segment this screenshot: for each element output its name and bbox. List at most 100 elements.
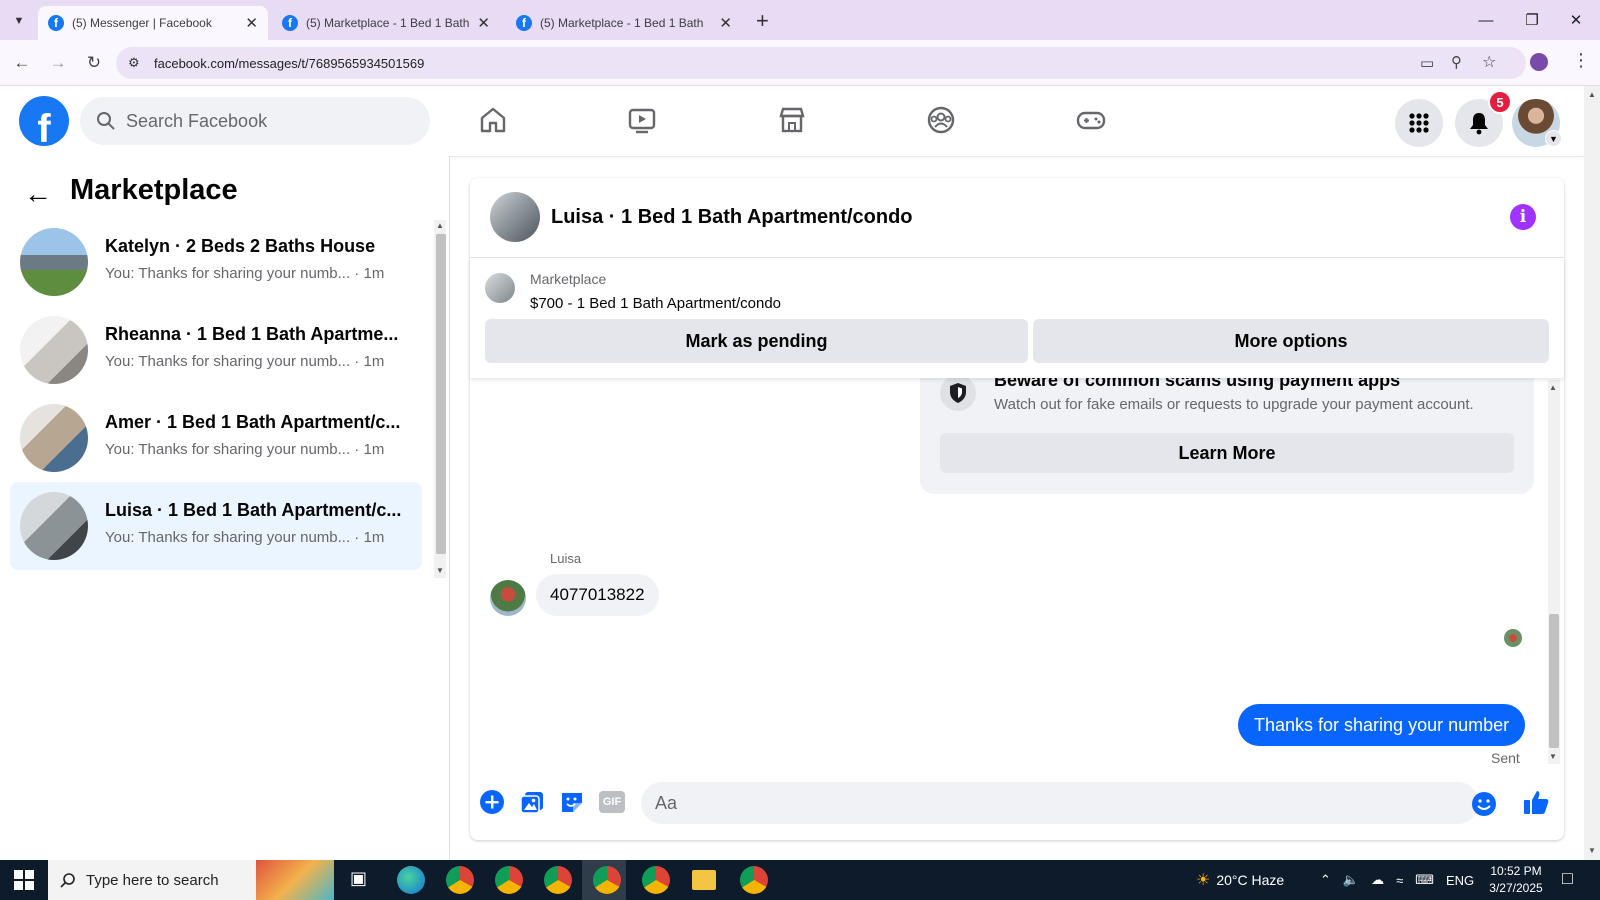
profile-icon[interactable] xyxy=(1530,53,1548,71)
chrome-icon[interactable] xyxy=(446,866,474,894)
account-chevron-icon[interactable]: ▼ xyxy=(1545,130,1562,147)
facebook-favicon-icon: f xyxy=(516,15,532,31)
gif-icon[interactable]: GIF xyxy=(598,788,626,816)
speaker-muted-icon[interactable]: 🔈 xyxy=(1343,872,1359,888)
info-icon[interactable]: i xyxy=(1510,204,1536,230)
sender-name: Luisa xyxy=(550,551,582,566)
message-composer[interactable] xyxy=(641,782,1479,824)
listing-thumbnail[interactable] xyxy=(485,273,515,303)
scroll-up-icon[interactable]: ▲ xyxy=(436,221,444,230)
keyboard-icon[interactable]: ⌨ xyxy=(1415,872,1434,888)
taskbar-clock[interactable]: 10:52 PM 3/27/2025 xyxy=(1478,863,1554,897)
tab-marketplace-1[interactable]: f (5) Marketplace - 1 Bed 1 Bath ✕ xyxy=(272,6,500,40)
close-tab-icon[interactable]: ✕ xyxy=(477,14,490,32)
facebook-favicon-icon: f xyxy=(48,15,64,31)
listing-price-title[interactable]: $700 - 1 Bed 1 Bath Apartment/condo xyxy=(530,295,781,312)
listing-label: Marketplace xyxy=(530,271,607,287)
more-options-button[interactable]: More options xyxy=(1033,319,1549,363)
close-tab-icon[interactable]: ✕ xyxy=(245,14,258,32)
facebook-logo-icon[interactable]: f xyxy=(19,96,69,146)
gaming-icon[interactable] xyxy=(1071,100,1111,140)
taskbar-weather[interactable]: ☀ 20°C Haze xyxy=(1196,860,1284,900)
photo-icon[interactable] xyxy=(518,788,546,816)
conversation-preview: You: Thanks for sharing your numb... · 1… xyxy=(105,353,385,370)
page-scrollbar[interactable] xyxy=(1584,86,1600,860)
menu-grid-icon[interactable] xyxy=(1395,99,1443,147)
home-icon[interactable] xyxy=(473,100,513,140)
conversation-item[interactable]: Katelyn · 2 Beds 2 Baths House You: Than… xyxy=(10,218,422,306)
reload-icon[interactable]: ↻ xyxy=(80,49,108,77)
onedrive-cloud-icon[interactable]: ☁ xyxy=(1371,872,1384,888)
conversation-preview: You: Thanks for sharing your numb... · 1… xyxy=(105,441,385,458)
chat-listing-photo[interactable] xyxy=(490,192,540,242)
back-arrow-icon[interactable]: ← xyxy=(8,49,36,77)
back-arrow-icon[interactable]: ← xyxy=(24,178,52,210)
emoji-icon[interactable] xyxy=(1470,790,1498,818)
system-tray: ⌃ 🔈 ☁ ≈ ⌨ ENG xyxy=(1320,860,1474,900)
scroll-up-icon[interactable]: ▲ xyxy=(1549,383,1557,392)
learn-more-button[interactable]: Learn More xyxy=(940,433,1514,473)
sender-avatar[interactable] xyxy=(490,580,526,616)
tab-search-chevron-icon[interactable]: ▼ xyxy=(8,10,30,32)
scroll-down-icon[interactable]: ▼ xyxy=(1588,846,1596,855)
close-window-icon[interactable]: ✕ xyxy=(1556,8,1596,32)
wifi-icon[interactable]: ≈ xyxy=(1396,873,1403,888)
sent-message-bubble[interactable]: Thanks for sharing your number xyxy=(1238,704,1526,746)
message-input[interactable] xyxy=(655,792,1415,814)
chrome-profile-icon[interactable] xyxy=(593,866,621,894)
chat-scrollbar-thumb[interactable] xyxy=(1549,614,1559,748)
mark-as-pending-button[interactable]: Mark as pending xyxy=(485,319,1028,363)
conversation-name: Rheanna · 1 Bed 1 Bath Apartme... xyxy=(105,324,399,344)
search-highlight-image[interactable] xyxy=(256,860,334,900)
new-tab-plus-icon[interactable]: + xyxy=(756,8,769,34)
sidebar-scrollbar-thumb[interactable] xyxy=(436,234,446,554)
scroll-down-icon[interactable]: ▼ xyxy=(436,566,444,575)
watch-icon[interactable] xyxy=(622,100,662,140)
search-facebook[interactable]: Search Facebook xyxy=(80,97,430,145)
groups-icon[interactable] xyxy=(921,100,961,140)
facebook-favicon-icon: f xyxy=(282,15,298,31)
forward-arrow-icon[interactable]: → xyxy=(44,49,72,77)
minimize-icon[interactable]: — xyxy=(1466,8,1506,32)
marketplace-icon[interactable] xyxy=(772,100,812,140)
add-plus-icon[interactable] xyxy=(478,788,506,816)
tab-title: (5) Marketplace - 1 Bed 1 Bath xyxy=(540,16,704,30)
notification-center-icon[interactable]: □ xyxy=(1562,868,1573,889)
chrome-profile-icon[interactable] xyxy=(740,866,768,894)
file-explorer-icon[interactable] xyxy=(692,870,716,890)
message-status: Sent xyxy=(1491,750,1520,766)
weather-text: 20°C Haze xyxy=(1216,872,1285,888)
like-thumbs-up-icon[interactable] xyxy=(1522,788,1550,816)
chat-title[interactable]: Luisa · 1 Bed 1 Bath Apartment/condo xyxy=(551,206,913,229)
language-indicator[interactable]: ENG xyxy=(1446,873,1474,888)
tab-messenger[interactable]: f (5) Messenger | Facebook ✕ xyxy=(38,6,268,40)
clock-date: 3/27/2025 xyxy=(1489,881,1543,895)
sidebar-title: Marketplace xyxy=(70,174,238,206)
windows-start-icon[interactable] xyxy=(14,870,34,895)
task-view-icon[interactable]: ▣ xyxy=(350,868,367,889)
conversation-thumbnail xyxy=(20,492,88,560)
site-settings-icon[interactable]: ⚙ xyxy=(128,55,140,71)
browser-menu-icon[interactable]: ⋮ xyxy=(1572,50,1590,71)
received-message-bubble[interactable]: 4077013822 xyxy=(536,574,659,616)
tray-chevron-icon[interactable]: ⌃ xyxy=(1320,872,1331,888)
conversation-item-active[interactable]: Luisa · 1 Bed 1 Bath Apartment/c... You:… xyxy=(10,482,422,570)
scroll-down-icon[interactable]: ▼ xyxy=(1549,752,1557,761)
tab-marketplace-2[interactable]: f (5) Marketplace - 1 Bed 1 Bath ✕ xyxy=(506,6,742,40)
install-app-icon[interactable]: ▭ xyxy=(1420,54,1434,72)
restore-icon[interactable]: ❐ xyxy=(1512,8,1552,32)
url-bar[interactable]: facebook.com/messages/t/7689565934501569 xyxy=(116,47,1526,79)
notification-badge: 5 xyxy=(1488,90,1512,114)
taskbar-search[interactable]: Type here to search xyxy=(48,860,256,900)
bookmark-star-icon[interactable]: ☆ xyxy=(1482,52,1496,72)
chrome-profile-icon[interactable] xyxy=(544,866,572,894)
conversation-item[interactable]: Amer · 1 Bed 1 Bath Apartment/c... You: … xyxy=(10,394,422,482)
scroll-up-icon[interactable]: ▲ xyxy=(1588,90,1596,99)
chrome-profile-icon[interactable] xyxy=(642,866,670,894)
conversation-item[interactable]: Rheanna · 1 Bed 1 Bath Apartme... You: T… xyxy=(10,306,422,394)
chrome-profile-icon[interactable] xyxy=(495,866,523,894)
close-tab-icon[interactable]: ✕ xyxy=(719,14,732,32)
edge-browser-icon[interactable] xyxy=(397,866,425,894)
zoom-icon[interactable]: ⚲ xyxy=(1451,53,1462,71)
sticker-icon[interactable] xyxy=(558,788,586,816)
